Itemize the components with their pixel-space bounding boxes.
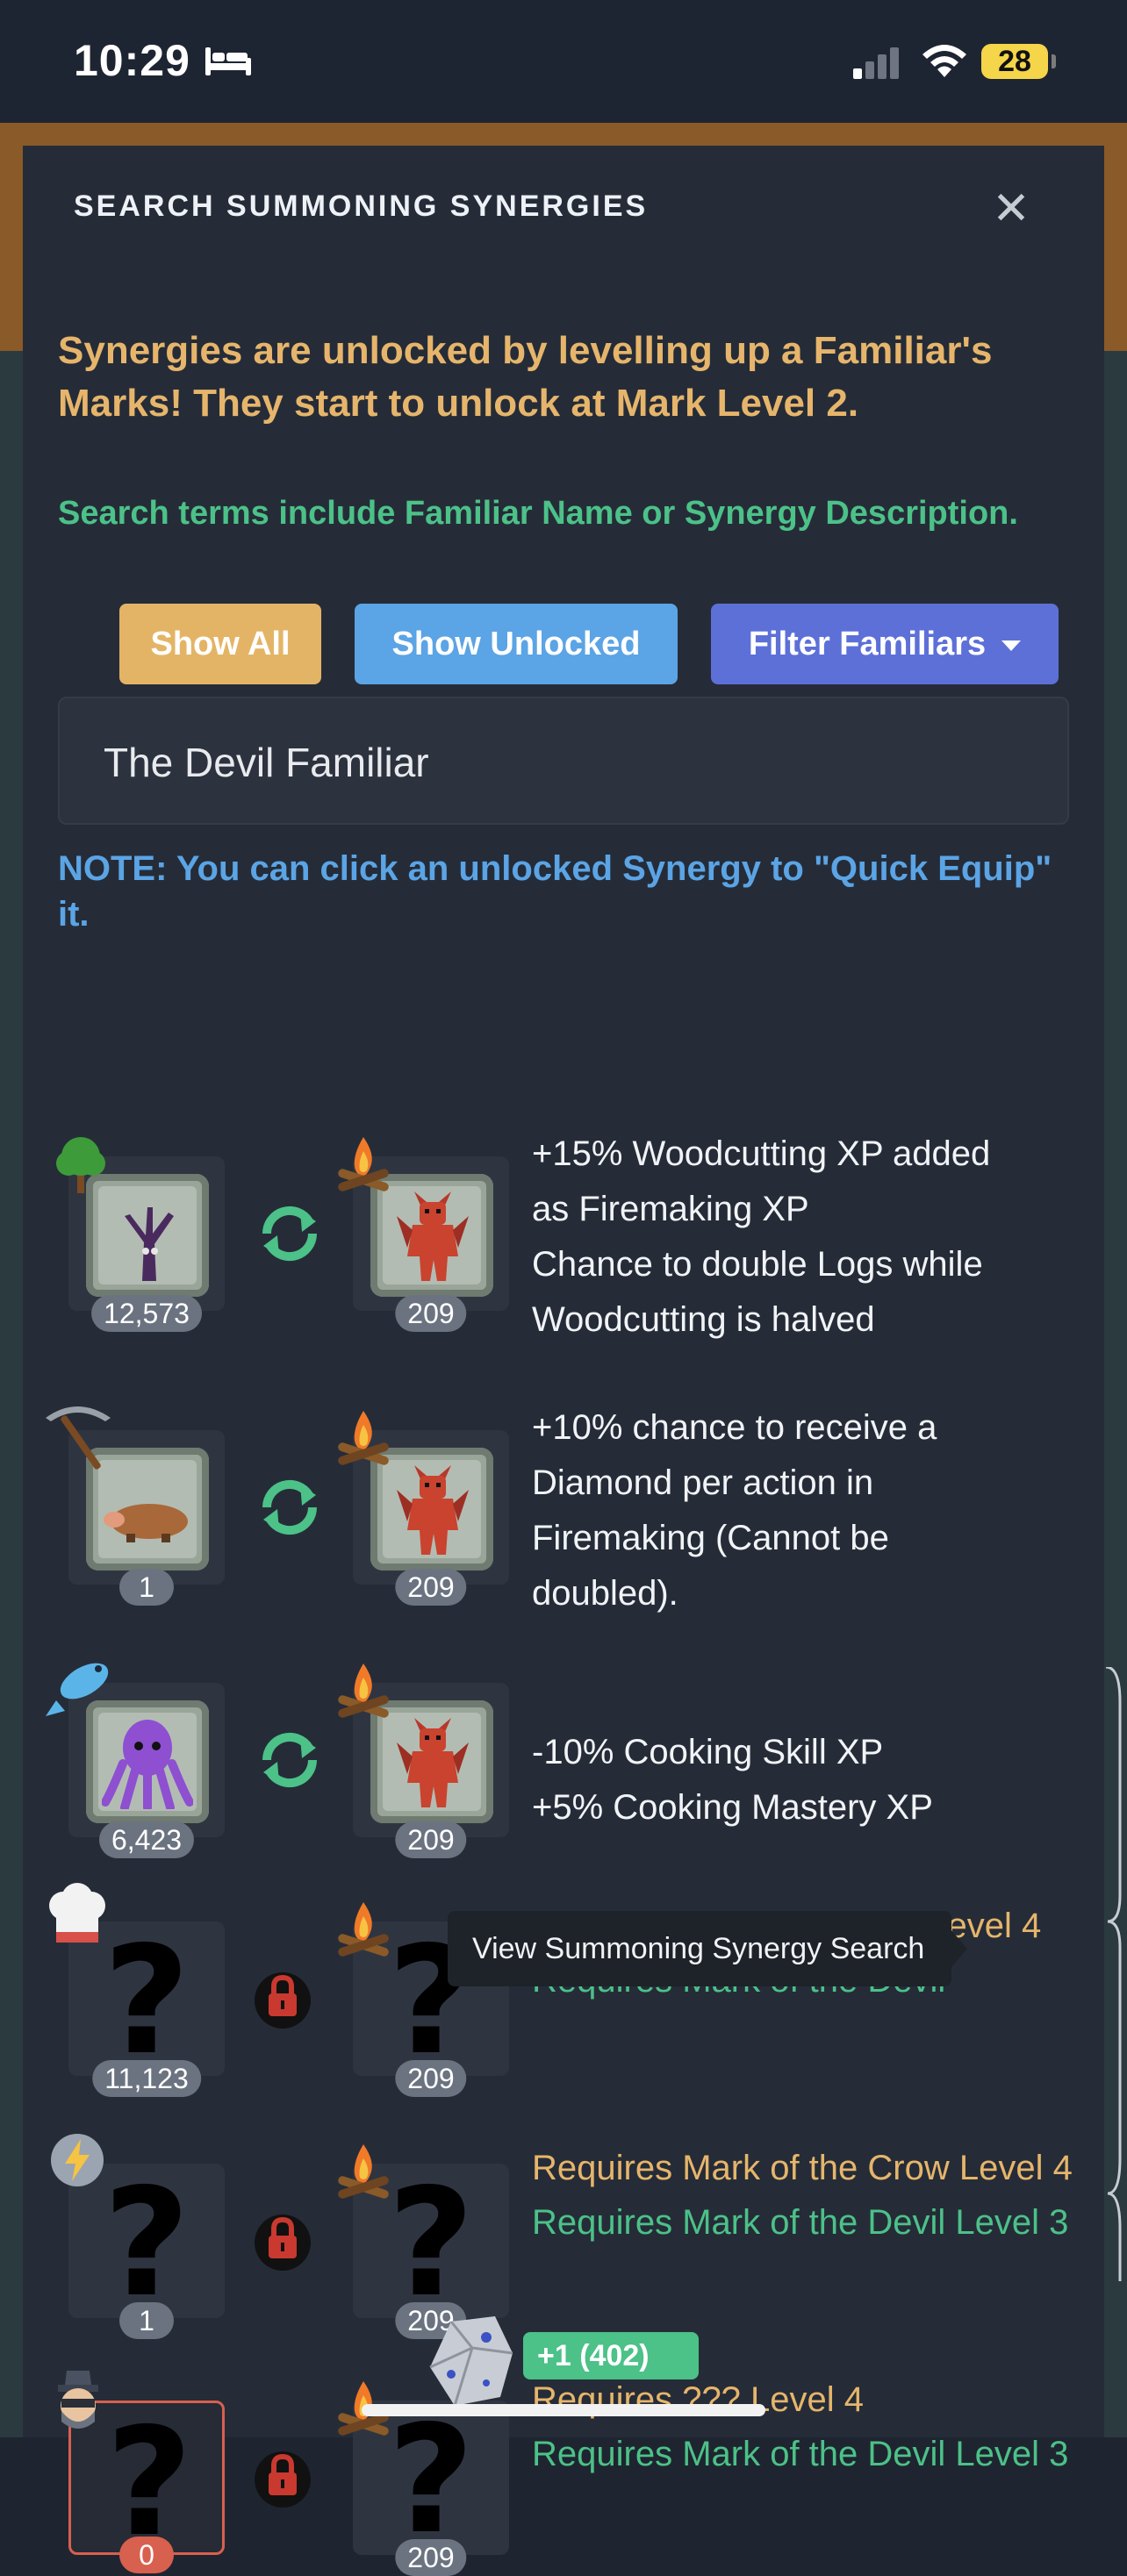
search-terms-hint: Search terms include Familiar Name or Sy… xyxy=(58,495,1018,532)
dead-tree-familiar-icon xyxy=(125,1207,174,1281)
item-gain-popup: +1 (402) xyxy=(523,2332,699,2379)
firemaking-campfire-icon xyxy=(338,1137,389,1191)
tooltip: View Summoning Synergy Search xyxy=(448,1911,951,1986)
synergy-description: +10% chance to receive a Diamond per act… xyxy=(532,1408,937,1613)
battery-nub xyxy=(1052,54,1056,68)
mark-count-badge: 1 xyxy=(119,2302,174,2339)
unknown-familiar-icon: ? xyxy=(105,2396,193,2570)
firemaking-campfire-icon xyxy=(338,1664,389,1718)
unknown-familiar-icon: ? xyxy=(103,2157,190,2330)
filter-familiars-label: Filter Familiars xyxy=(748,626,987,662)
firemaking-campfire-icon xyxy=(338,1902,389,1957)
mark-count-badge: 11,123 xyxy=(92,2060,201,2097)
filter-familiars-dropdown[interactable]: Filter Familiars xyxy=(711,604,1059,684)
mark-count-badge: 209 xyxy=(395,1569,467,1606)
close-button[interactable]: ✕ xyxy=(987,184,1036,233)
unknown-familiar-icon: ? xyxy=(103,1914,190,2088)
devil-familiar-icon xyxy=(397,1718,469,1807)
wifi-icon xyxy=(922,45,966,77)
synergy-search-modal: SEARCH SUMMONING SYNERGIES ✕ Synergies a… xyxy=(23,146,1104,2576)
battery-icon: 28 xyxy=(981,44,1048,79)
unlock-info-text: Synergies are unlocked by levelling up a… xyxy=(58,329,993,425)
rune-essence-gem-icon xyxy=(429,2316,513,2407)
synergy-description: -10% Cooking Skill XP +5% Cooking Master… xyxy=(532,1733,933,1827)
cooking-chef-hat-icon xyxy=(49,1883,105,1943)
firemaking-campfire-icon xyxy=(338,2144,389,2199)
mark-count-badge: 209 xyxy=(395,1295,467,1332)
woodcutting-tree-icon xyxy=(56,1137,105,1193)
sync-arrows-icon xyxy=(262,1206,318,1262)
firemaking-campfire-icon xyxy=(338,1411,389,1465)
show-all-button[interactable]: Show All xyxy=(119,604,321,684)
status-time: 10:29 xyxy=(74,36,190,85)
padlock-icon xyxy=(255,2215,311,2271)
synergy-description: +15% Woodcutting XP added as Firemaking … xyxy=(532,1134,991,1339)
synergy-row[interactable]: 6,423 209 -10% Cooking Skill XP +5% Cook… xyxy=(23,1625,1104,1858)
home-indicator[interactable] xyxy=(362,2404,765,2416)
padlock-icon xyxy=(255,2451,311,2508)
fishing-fish-icon xyxy=(46,1663,109,1716)
mark-count-badge: 0 xyxy=(119,2537,174,2573)
sync-arrows-icon xyxy=(262,1479,318,1535)
synergy-row-locked: ? 1 ? 209 Requires Mark of the Crow Leve… xyxy=(23,2106,1104,2339)
synergy-requirements: Requires ??? Level 4 Requires Mark of th… xyxy=(532,2378,1094,2476)
mark-count-badge: 209 xyxy=(395,1821,467,1858)
tooltip-arrow xyxy=(951,1930,967,1967)
mark-count-badge: 209 xyxy=(395,2060,467,2097)
synergy-row[interactable]: 12,573 209 +15% Woodcutting XP added as … xyxy=(23,1098,1104,1353)
magic-lightning-icon xyxy=(51,2134,104,2186)
background-brace xyxy=(1105,1667,1122,2281)
mark-count-badge: 6,423 xyxy=(98,1821,195,1858)
requirement-left: Requires Mark of the Crow Level 4 xyxy=(532,2149,1073,2187)
show-unlocked-button[interactable]: Show Unlocked xyxy=(355,604,678,684)
search-input[interactable]: The Devil Familiar xyxy=(58,697,1069,825)
octopus-familiar-icon xyxy=(102,1720,193,1809)
requirement-right: Requires Mark of the Devil Level 3 xyxy=(532,2435,1069,2473)
chevron-down-icon xyxy=(1001,640,1022,651)
modal-title: SEARCH SUMMONING SYNERGIES xyxy=(74,190,649,223)
devil-familiar-icon xyxy=(397,1465,469,1555)
status-bar: 10:29 28 xyxy=(0,0,1127,123)
synergy-requirements: Requires Mark of the Crow Level 4 Requir… xyxy=(532,2146,1094,2244)
thieving-bandit-icon xyxy=(58,2371,98,2429)
bed-icon xyxy=(205,47,251,75)
sync-arrows-icon xyxy=(262,1732,318,1788)
padlock-icon xyxy=(255,1972,311,2029)
mark-count-badge: 12,573 xyxy=(91,1295,202,1332)
mole-familiar-icon xyxy=(104,1504,188,1542)
requirement-right: Requires Mark of the Devil Level 3 xyxy=(532,2203,1069,2242)
mining-pickaxe-icon xyxy=(46,1406,111,1470)
background-left-edge xyxy=(0,351,23,2437)
signal-icon xyxy=(853,47,899,79)
quick-equip-note: NOTE: You can click an unlocked Synergy … xyxy=(58,849,1052,934)
mark-count-badge: 209 xyxy=(395,2539,467,2576)
synergy-row[interactable]: 1 209 +10% chance to receive a Diamond p… xyxy=(23,1372,1104,1627)
devil-familiar-icon xyxy=(397,1191,469,1281)
mark-count-badge: 1 xyxy=(119,1569,174,1606)
